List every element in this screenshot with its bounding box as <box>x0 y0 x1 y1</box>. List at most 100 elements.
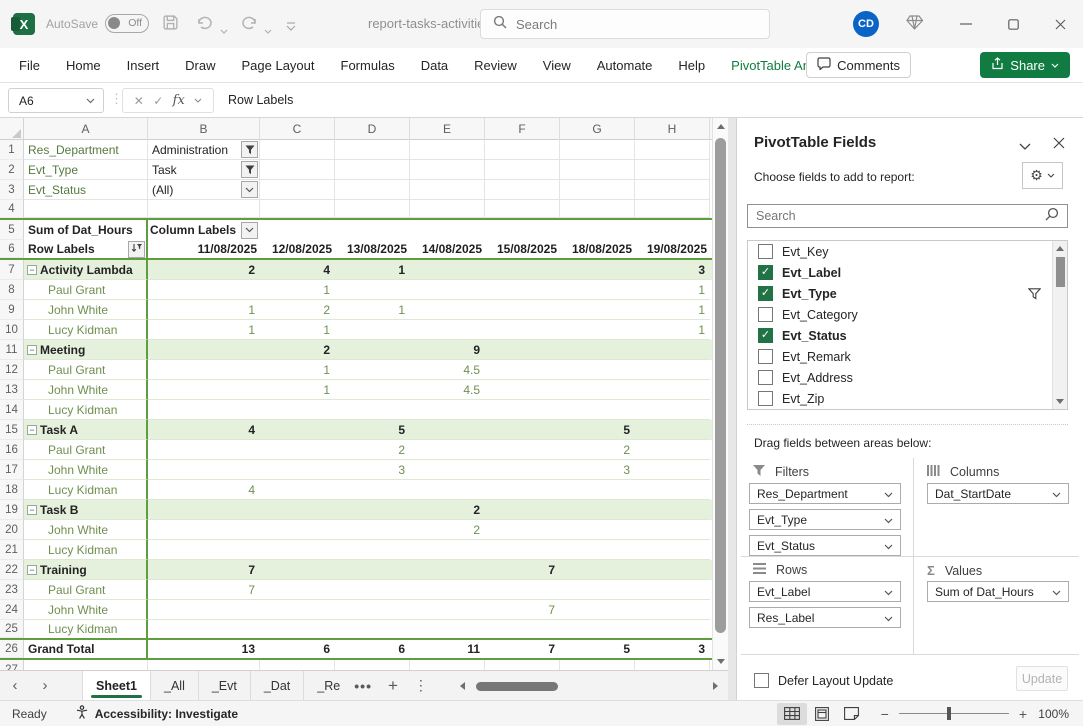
cell-d10[interactable] <box>335 320 410 340</box>
row-number-10[interactable]: 10 <box>0 320 24 340</box>
defer-layout-checkbox[interactable] <box>754 673 769 688</box>
fx-chevron-icon[interactable] <box>194 98 202 103</box>
cell-f12[interactable] <box>485 360 560 380</box>
cell-b27[interactable] <box>148 660 260 670</box>
cell-c20[interactable] <box>260 520 335 540</box>
redo-icon[interactable] <box>240 15 258 35</box>
cell-a2[interactable]: Evt_Type <box>24 160 148 180</box>
cell-e6[interactable]: 14/08/2025 <box>410 240 485 258</box>
cell-b20[interactable] <box>148 520 260 540</box>
cell-f23[interactable] <box>485 580 560 600</box>
cell-c24[interactable] <box>260 600 335 620</box>
redo-chevron-icon[interactable] <box>264 21 272 39</box>
field-item-evt-key[interactable]: Evt_Key <box>748 241 1067 262</box>
cell-h14[interactable] <box>635 400 710 420</box>
zoom-level[interactable]: 100% <box>1027 707 1069 721</box>
cell-h21[interactable] <box>635 540 710 560</box>
cell-g6[interactable]: 18/08/2025 <box>560 240 635 258</box>
cell-a4[interactable] <box>24 200 148 218</box>
cell-h12[interactable] <box>635 360 710 380</box>
column-header-e[interactable]: E <box>410 118 485 140</box>
tab-data[interactable]: Data <box>408 58 461 73</box>
collapse-icon[interactable]: − <box>27 505 37 515</box>
field-scroll-down-icon[interactable] <box>1056 399 1064 404</box>
cell-a25[interactable]: Lucy Kidman <box>24 620 148 638</box>
column-header-b[interactable]: B <box>148 118 260 140</box>
row-number-15[interactable]: 15 <box>0 420 24 440</box>
cell-f10[interactable] <box>485 320 560 340</box>
cell-h1[interactable] <box>635 140 710 160</box>
cell-f3[interactable] <box>485 180 560 200</box>
comments-button[interactable]: Comments <box>806 52 911 78</box>
cell-c4[interactable] <box>260 200 335 218</box>
cell-e18[interactable] <box>410 480 485 500</box>
cell-h16[interactable] <box>635 440 710 460</box>
cell-f27[interactable] <box>485 660 560 670</box>
field-checkbox-evt-remark[interactable] <box>758 349 773 364</box>
panel-options-chevron-icon[interactable] <box>1019 138 1031 156</box>
column-header-d[interactable]: D <box>335 118 410 140</box>
chip-chevron-icon[interactable] <box>884 487 893 501</box>
avatar[interactable]: CD <box>853 11 879 37</box>
cell-h27[interactable] <box>635 660 710 670</box>
insert-function-icon[interactable]: fx <box>173 93 185 108</box>
cell-c5[interactable] <box>260 220 335 240</box>
cell-a15[interactable]: −Task A <box>24 420 148 440</box>
cell-d16[interactable]: 2 <box>335 440 410 460</box>
tab-home[interactable]: Home <box>53 58 114 73</box>
field-checkbox-evt-label[interactable]: ✓ <box>758 265 773 280</box>
cell-e7[interactable] <box>410 260 485 280</box>
cell-c23[interactable] <box>260 580 335 600</box>
cell-e2[interactable] <box>410 160 485 180</box>
undo-icon[interactable] <box>196 15 214 35</box>
cell-c18[interactable] <box>260 480 335 500</box>
chip-chevron-icon[interactable] <box>884 585 893 599</box>
confirm-entry-icon[interactable]: ✓ <box>153 94 163 108</box>
cell-b4[interactable] <box>148 200 260 218</box>
tools-button[interactable]: ⚙ <box>1022 162 1063 189</box>
minimize-button[interactable] <box>951 12 981 36</box>
zoom-out-icon[interactable]: − <box>881 706 889 722</box>
page-break-view-button[interactable] <box>837 703 867 725</box>
hscroll-left-icon[interactable] <box>460 682 465 690</box>
cell-g7[interactable] <box>560 260 635 280</box>
cell-d25[interactable] <box>335 620 410 638</box>
field-scroll-up-icon[interactable] <box>1056 246 1064 251</box>
field-item-evt-category[interactable]: Evt_Category <box>748 304 1067 325</box>
cell-g11[interactable] <box>560 340 635 360</box>
cell-h6[interactable]: 19/08/2025 <box>635 240 710 258</box>
column-header-h[interactable]: H <box>635 118 710 140</box>
cell-c12[interactable]: 1 <box>260 360 335 380</box>
cell-b25[interactable] <box>148 620 260 638</box>
cell-e25[interactable] <box>410 620 485 638</box>
cell-c16[interactable] <box>260 440 335 460</box>
cell-b3[interactable]: (All) <box>148 180 260 200</box>
row-number-2[interactable]: 2 <box>0 160 24 180</box>
cell-a24[interactable]: John White <box>24 600 148 620</box>
cell-e24[interactable] <box>410 600 485 620</box>
cell-b21[interactable] <box>148 540 260 560</box>
cell-g17[interactable]: 3 <box>560 460 635 480</box>
field-item-evt-type[interactable]: ✓Evt_Type <box>748 283 1067 304</box>
cell-a14[interactable]: Lucy Kidman <box>24 400 148 420</box>
scroll-down-icon[interactable] <box>717 659 725 664</box>
cell-h18[interactable] <box>635 480 710 500</box>
cell-d24[interactable] <box>335 600 410 620</box>
cell-d13[interactable] <box>335 380 410 400</box>
row-number-5[interactable]: 5 <box>0 220 24 240</box>
cell-a23[interactable]: Paul Grant <box>24 580 148 600</box>
cell-g2[interactable] <box>560 160 635 180</box>
cell-a26[interactable]: Grand Total <box>24 640 148 658</box>
cell-a10[interactable]: Lucy Kidman <box>24 320 148 340</box>
cell-d1[interactable] <box>335 140 410 160</box>
row-number-25[interactable]: 25 <box>0 620 24 638</box>
cell-g13[interactable] <box>560 380 635 400</box>
cell-c27[interactable] <box>260 660 335 670</box>
cell-d26[interactable]: 6 <box>335 640 410 658</box>
tab-insert[interactable]: Insert <box>114 58 173 73</box>
sheet-tab--all[interactable]: _All <box>151 671 199 700</box>
row-number-4[interactable]: 4 <box>0 200 24 218</box>
cell-e15[interactable] <box>410 420 485 440</box>
cell-g15[interactable]: 5 <box>560 420 635 440</box>
cell-a3[interactable]: Evt_Status <box>24 180 148 200</box>
